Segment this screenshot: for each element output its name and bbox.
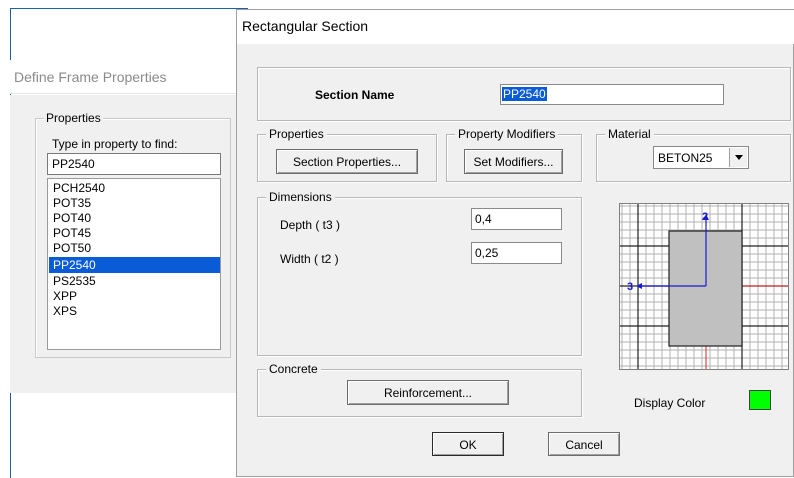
set-modifiers-button-label: Set Modifiers... [473, 155, 554, 169]
ok-button-label: OK [459, 438, 477, 452]
cancel-button-label: Cancel [565, 438, 603, 452]
depth-label: Depth ( t3 ) [280, 218, 341, 232]
reinforcement-button[interactable]: Reinforcement... [347, 380, 509, 405]
display-color-swatch[interactable] [749, 390, 771, 410]
section-preview-canvas: 23 [620, 204, 788, 369]
axis-3-label: 3 [627, 281, 633, 293]
material-dropdown-button[interactable] [729, 148, 747, 167]
axis-2-label: 2 [702, 211, 708, 223]
list-item[interactable]: PCH2540 [49, 180, 220, 196]
list-item[interactable]: POT50 [49, 240, 220, 256]
find-property-input[interactable]: PP2540 [47, 153, 221, 175]
axis-3-arrowhead [636, 283, 642, 289]
section-preview: 23 [619, 203, 789, 370]
define-frame-title: Define Frame Properties [14, 69, 167, 85]
property-modifiers-legend: Property Modifiers [455, 127, 559, 141]
property-list[interactable]: PCH2540 POT35 POT40 POT45 POT50 PP2540 P… [47, 178, 221, 350]
material-value: BETON25 [658, 151, 713, 165]
material-legend: Material [605, 127, 654, 141]
dimensions-legend: Dimensions [266, 190, 335, 204]
dialog-title: Rectangular Section [242, 18, 369, 34]
list-item[interactable]: PS2535 [49, 273, 220, 289]
depth-input[interactable]: 0,4 [471, 208, 562, 230]
width-input[interactable]: 0,25 [471, 242, 562, 264]
cancel-button[interactable]: Cancel [548, 432, 620, 456]
section-properties-button[interactable]: Section Properties... [276, 149, 418, 174]
list-item[interactable]: XPP [49, 288, 220, 304]
section-properties-button-label: Section Properties... [292, 155, 402, 169]
list-item[interactable]: POT35 [49, 195, 220, 211]
section-name-value: PP2540 [502, 87, 547, 101]
chevron-down-icon [735, 155, 743, 160]
list-item[interactable]: POT45 [49, 225, 220, 241]
section-name-input[interactable]: PP2540 [500, 84, 724, 105]
list-item-selected[interactable]: PP2540 [49, 257, 220, 273]
find-property-label: Type in property to find: [52, 137, 178, 151]
properties-panel-legend: Properties [266, 127, 327, 141]
ok-button[interactable]: OK [432, 432, 504, 456]
list-item[interactable]: XPS [49, 303, 220, 319]
width-label: Width ( t2 ) [280, 252, 339, 266]
concrete-legend: Concrete [266, 362, 321, 376]
display-color-label: Display Color [634, 396, 706, 410]
list-item[interactable]: POT40 [49, 210, 220, 226]
section-name-label: Section Name [315, 88, 395, 102]
reinforcement-button-label: Reinforcement... [383, 386, 473, 400]
properties-legend: Properties [44, 111, 103, 125]
set-modifiers-button[interactable]: Set Modifiers... [464, 149, 563, 174]
